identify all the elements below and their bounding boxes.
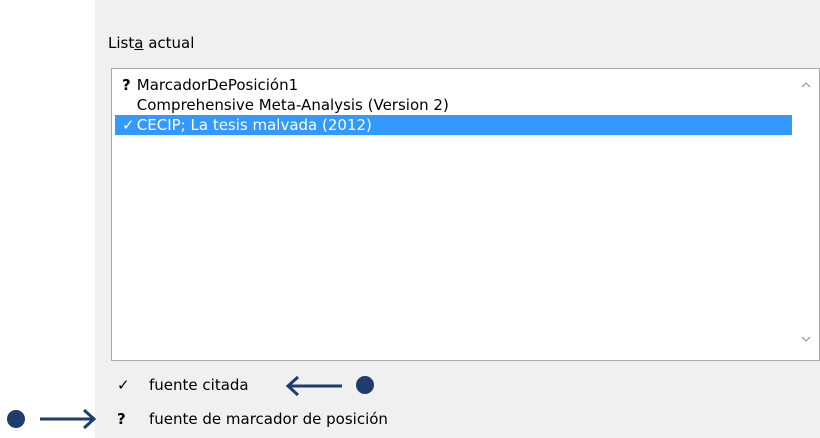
- current-list-label: Lista actual: [108, 34, 195, 52]
- annotation-dot: [7, 410, 25, 428]
- scroll-up-arrow-icon[interactable]: [793, 77, 819, 97]
- legend-placeholder-row: ? fuente de marcador de posición: [117, 408, 388, 430]
- list-item-label: CECIP; La tesis malvada (2012): [136, 116, 372, 134]
- legend-placeholder-label: fuente de marcador de posición: [149, 410, 388, 428]
- arrow-icon: [285, 375, 342, 397]
- list-item-label: MarcadorDePosición1: [136, 76, 299, 94]
- question-mark-icon: ?: [117, 410, 126, 428]
- list-item[interactable]: Comprehensive Meta-Analysis (Version 2): [112, 95, 792, 115]
- vertical-scrollbar[interactable]: [793, 69, 819, 360]
- placeholder-mark-icon: ?: [122, 76, 131, 94]
- list-items: ? MarcadorDePosición1 Comprehensive Meta…: [112, 75, 792, 135]
- scroll-down-arrow-icon[interactable]: [793, 331, 819, 351]
- arrow-icon: [40, 408, 97, 430]
- check-mark-icon: ✓: [122, 116, 135, 134]
- annotation-dot: [356, 376, 374, 394]
- legend-cited-label: fuente citada: [149, 376, 249, 394]
- list-item-label: Comprehensive Meta-Analysis (Version 2): [136, 96, 449, 114]
- list-item[interactable]: ? MarcadorDePosición1: [112, 75, 792, 95]
- current-list-box[interactable]: ? MarcadorDePosición1 Comprehensive Meta…: [111, 68, 820, 361]
- check-mark-icon: ✓: [117, 376, 130, 394]
- list-item-selected[interactable]: ✓ CECIP; La tesis malvada (2012): [115, 115, 792, 135]
- legend-cited-row: ✓ fuente citada: [117, 374, 249, 396]
